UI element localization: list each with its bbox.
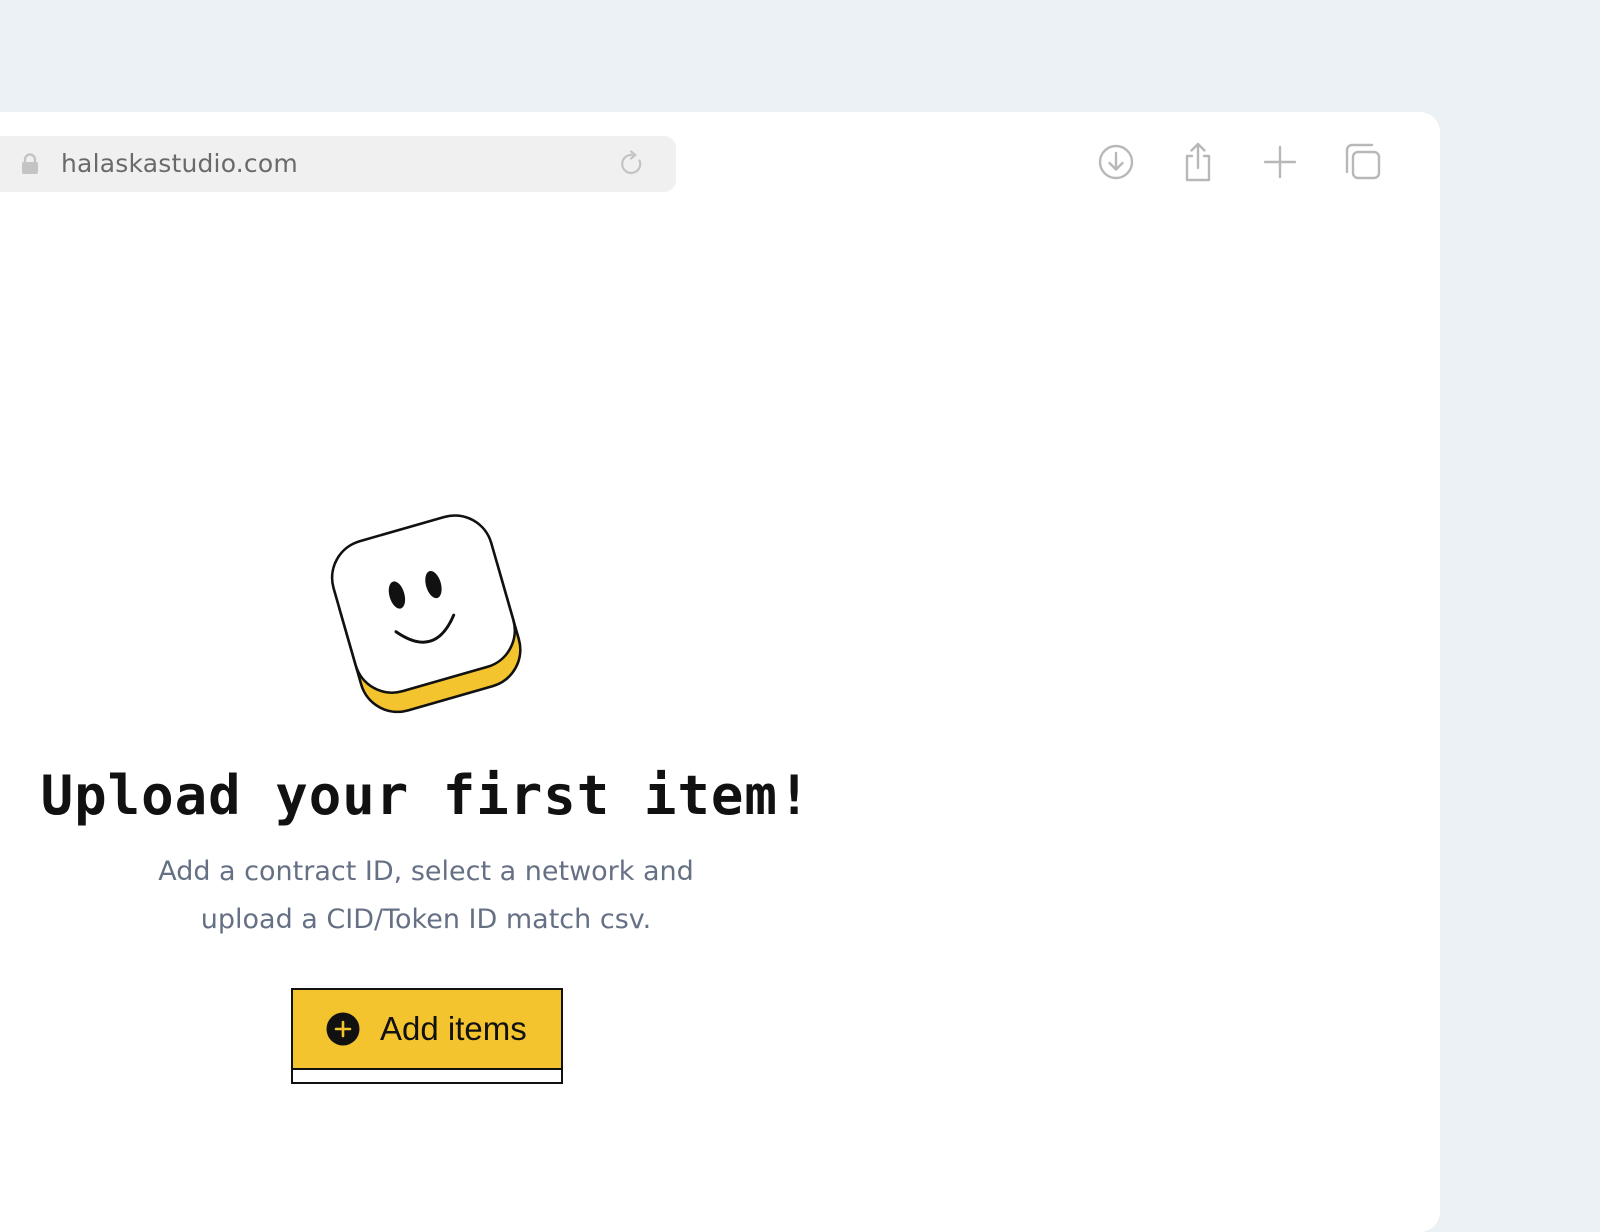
tabs-overview-icon[interactable] (1340, 140, 1384, 184)
browser-window: halaskastudio.com (0, 112, 1440, 1232)
plus-circle-icon (326, 1012, 360, 1046)
add-items-label: Add items (380, 1010, 527, 1047)
share-icon[interactable] (1176, 140, 1220, 184)
description-line-2: upload a CID/Token ID match csv. (200, 904, 652, 935)
address-bar[interactable]: halaskastudio.com (0, 136, 676, 192)
button-face[interactable]: Add items (291, 988, 563, 1070)
smiling-cube-mascot (330, 514, 522, 714)
reload-icon[interactable] (618, 150, 646, 178)
new-tab-icon[interactable] (1258, 140, 1302, 184)
page-title: Upload your first item! (40, 764, 812, 827)
download-icon[interactable] (1094, 140, 1138, 184)
empty-state-description: Add a contract ID, select a network and … (0, 848, 852, 944)
add-items-button[interactable]: Add items (291, 988, 563, 1084)
lock-icon (22, 153, 38, 174)
description-line-1: Add a contract ID, select a network and (158, 856, 694, 887)
url-text[interactable]: halaskastudio.com (61, 149, 298, 179)
